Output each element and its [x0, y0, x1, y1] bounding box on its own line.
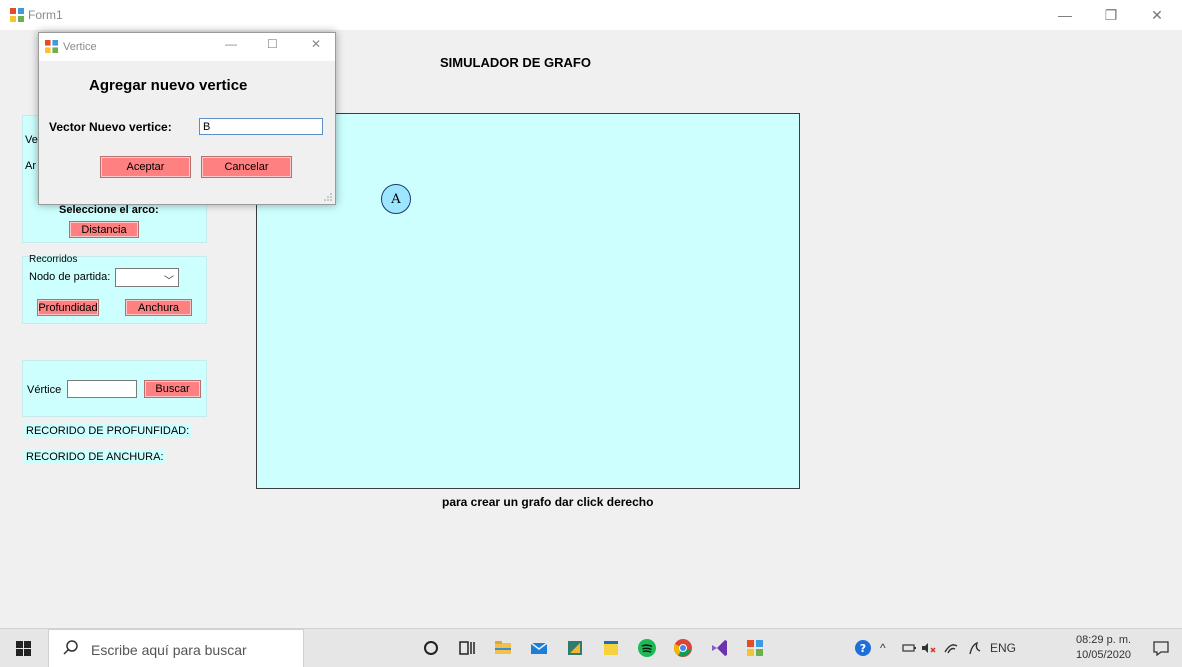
clock-time: 08:29 p. m.	[1076, 634, 1132, 646]
file-explorer-icon[interactable]	[492, 637, 514, 659]
breadth-button[interactable]: Anchura	[125, 299, 192, 316]
clock[interactable]: 08:29 p. m. 10/05/2020	[1076, 633, 1131, 663]
spotify-icon[interactable]	[636, 637, 658, 659]
svg-text:?: ?	[860, 642, 866, 655]
select-arc-label: Seleccione el arco:	[59, 204, 159, 216]
vertices-label: Ve	[25, 134, 38, 146]
help-icon[interactable]: ?	[852, 637, 874, 659]
volume-muted-icon[interactable]	[918, 637, 940, 659]
graph-node[interactable]: A	[381, 184, 411, 214]
search-icon	[63, 640, 78, 655]
new-vertex-input[interactable]: B	[199, 118, 323, 135]
clock-date: 10/05/2020	[1076, 649, 1132, 661]
dialog-maximize-button[interactable]: ☐	[267, 37, 278, 51]
dialog-close-button[interactable]: ✕	[311, 37, 321, 51]
distance-button[interactable]: Distancia	[69, 221, 139, 238]
search-placeholder: Escribe aquí para buscar	[91, 642, 247, 658]
new-vertex-label: Vector Nuevo vertice:	[49, 120, 172, 134]
language-indicator[interactable]: ENG	[990, 641, 1016, 655]
hint-text: para crear un grafo dar click derecho	[442, 495, 654, 509]
sticky-notes-icon[interactable]	[600, 637, 622, 659]
cortana-icon[interactable]	[420, 637, 442, 659]
resize-grip-icon[interactable]	[324, 193, 332, 201]
arcs-label: Ar	[25, 160, 36, 172]
depth-result-label: RECORIDO DE PROFUNFIDAD:	[24, 424, 192, 438]
taskbar-search[interactable]: Escribe aquí para buscar	[48, 629, 304, 667]
page-title: SIMULADOR DE GRAFO	[440, 55, 591, 70]
close-button[interactable]: ✕	[1134, 0, 1180, 30]
wifi-icon[interactable]	[940, 637, 962, 659]
search-button[interactable]: Buscar	[144, 380, 201, 398]
notification-icon[interactable]	[1150, 637, 1172, 659]
vertex-label: Vértice	[27, 384, 62, 396]
dialog-title-bar: Vertice — ☐ ✕	[39, 33, 335, 61]
traversals-title: Recorridos	[29, 254, 78, 265]
mail-icon[interactable]	[528, 637, 550, 659]
start-node-label: Nodo de partida:	[29, 271, 111, 283]
dialog-title: Vertice	[63, 41, 97, 53]
vertex-input[interactable]	[67, 380, 137, 398]
battery-icon[interactable]	[898, 637, 920, 659]
graph-canvas[interactable]: A	[256, 113, 800, 489]
search-panel: Vértice Buscar	[22, 360, 207, 417]
start-node-select[interactable]: ﹀	[115, 268, 179, 287]
cancel-button[interactable]: Cancelar	[201, 156, 292, 178]
traversals-panel: Recorridos Nodo de partida: ﹀ Profundida…	[22, 254, 207, 324]
minimize-button[interactable]: —	[1042, 0, 1088, 30]
window-title: Form1	[28, 8, 63, 22]
restore-button[interactable]: ❐	[1088, 0, 1134, 30]
breadth-result-label: RECORIDO DE ANCHURA:	[24, 450, 166, 464]
dialog-app-icon	[45, 40, 58, 53]
chevron-up-icon[interactable]: ^	[880, 641, 886, 655]
accept-button[interactable]: Aceptar	[100, 156, 191, 178]
chrome-icon[interactable]	[672, 637, 694, 659]
dialog-minimize-button[interactable]: —	[225, 37, 237, 51]
chevron-down-icon: ﹀	[164, 276, 174, 287]
pen-icon[interactable]	[964, 637, 986, 659]
depth-button[interactable]: Profundidad	[37, 299, 99, 316]
form-app-icon	[10, 8, 24, 22]
new-vertex-dialog: Vertice — ☐ ✕ Agregar nuevo vertice Vect…	[38, 32, 336, 205]
running-app-icon[interactable]	[744, 637, 766, 659]
task-view-icon[interactable]	[456, 637, 478, 659]
dialog-heading: Agregar nuevo vertice	[89, 77, 248, 94]
snip-sketch-icon[interactable]	[564, 637, 586, 659]
title-bar: Form1 — ❐ ✕	[0, 0, 1182, 30]
taskbar: Escribe aquí para buscar ? ^ ENG 08:29 p…	[0, 628, 1182, 667]
windows-start-icon[interactable]	[16, 641, 31, 656]
visual-studio-icon[interactable]	[708, 637, 730, 659]
